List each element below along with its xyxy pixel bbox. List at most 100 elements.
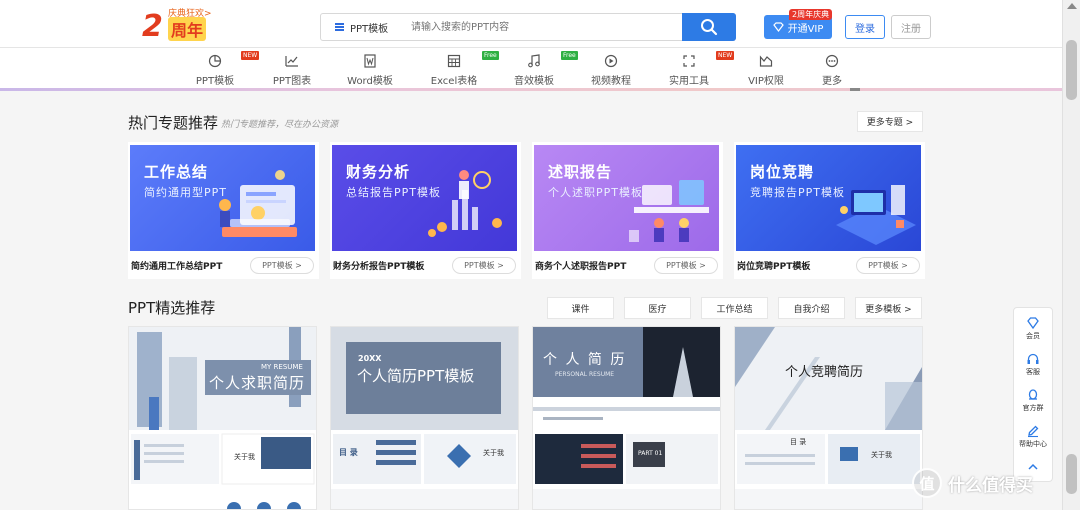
header-divider bbox=[0, 47, 1062, 48]
topic-category-button[interactable]: PPT模板 > bbox=[452, 257, 516, 274]
template-card[interactable]: 个人竞聘简历 目 录 关于我 bbox=[734, 326, 923, 510]
line-chart-icon bbox=[285, 56, 298, 67]
scrollbar-thumb[interactable] bbox=[1066, 40, 1077, 100]
search-button[interactable] bbox=[682, 13, 736, 41]
template-preview[interactable]: 20XX 个人简历PPT模板 bbox=[331, 327, 518, 430]
template-card[interactable]: MY RESUME 个人求职简历 关于我 bbox=[128, 326, 317, 510]
template-title: 个人简历PPT模板 bbox=[357, 367, 475, 385]
thumb-label: PART 01 bbox=[638, 450, 663, 457]
template-thumbnails: PART 01 bbox=[533, 432, 720, 487]
side-label: 客服 bbox=[1026, 368, 1040, 376]
side-service-button[interactable]: 客服 bbox=[1014, 348, 1052, 384]
side-label: 会员 bbox=[1026, 332, 1040, 340]
topic-card[interactable]: 岗位竞聘 竞聘报告PPT模板 岗位竞聘PPT模板 PPT模板 > bbox=[734, 142, 925, 279]
template-title: 个人竞聘简历 bbox=[785, 365, 864, 380]
topic-heading: 工作总结 bbox=[144, 163, 209, 181]
tool-icon bbox=[683, 55, 695, 67]
thumb-label: 关于我 bbox=[871, 451, 892, 459]
nav-label: PPT模板 bbox=[195, 76, 235, 87]
page-scrollbar[interactable] bbox=[1062, 0, 1080, 510]
nav-item-vip[interactable]: VIP权限 bbox=[731, 50, 801, 88]
topic-banner[interactable]: 工作总结 简约通用型PPT bbox=[130, 145, 315, 251]
scrollbar-thumb-lower[interactable] bbox=[1066, 454, 1077, 494]
watermark-logo: 值 bbox=[912, 468, 942, 498]
topic-name[interactable]: 商务个人述职报告PPT bbox=[535, 259, 626, 272]
resume4-thumbs-graphic bbox=[737, 434, 920, 484]
side-help-button[interactable]: 帮助中心 bbox=[1014, 420, 1052, 456]
logo-anniversary-number: 2 bbox=[142, 9, 163, 44]
filter-work-summary-button[interactable]: 工作总结 bbox=[701, 297, 768, 319]
topic-card[interactable]: 财务分析 总结报告PPT模板 财务分析报告PPT模板 PPT模板 > bbox=[330, 142, 521, 279]
search-bar: PPT模板 bbox=[320, 13, 736, 41]
template-card[interactable]: 20XX 个人简历PPT模板 目 录 关于我 bbox=[330, 326, 519, 510]
featured-title: PPT精选推荐 bbox=[128, 299, 216, 317]
topic-banner[interactable]: 财务分析 总结报告PPT模板 bbox=[332, 145, 517, 251]
side-group-button[interactable]: 官方群 bbox=[1014, 384, 1052, 420]
side-label: 官方群 bbox=[1022, 404, 1044, 412]
crown-icon bbox=[759, 55, 773, 67]
nav-item-tools[interactable]: NEW 实用工具 bbox=[654, 50, 735, 88]
menu-icon bbox=[335, 23, 344, 31]
topic-banner[interactable]: 述职报告 个人述职PPT模板 bbox=[534, 145, 719, 251]
more-templates-button[interactable]: 更多模板 > bbox=[855, 297, 922, 319]
nav-label: 更多 bbox=[822, 76, 842, 87]
play-icon bbox=[604, 54, 618, 68]
free-tag: Free bbox=[482, 51, 499, 60]
nav-item-video[interactable]: 视频教程 bbox=[576, 50, 646, 88]
nav-label: Word模板 bbox=[347, 76, 393, 87]
resume3-thumbs-graphic bbox=[535, 434, 718, 484]
music-note-icon bbox=[528, 54, 540, 68]
template-thumbnails: 目 录 关于我 bbox=[735, 432, 922, 487]
template-en-title: MY RESUME bbox=[261, 363, 303, 371]
nav-item-excel[interactable]: Free Excel表格 bbox=[419, 50, 499, 88]
resume-thumbs-graphic bbox=[131, 433, 315, 485]
nav-item-ppt-chart[interactable]: PPT图表 bbox=[257, 50, 327, 88]
login-button[interactable]: 登录 bbox=[845, 15, 885, 39]
nav-item-ppt-template[interactable]: NEW PPT模板 bbox=[180, 50, 260, 88]
nav-item-more[interactable]: 更多 bbox=[797, 50, 867, 88]
diamond-icon bbox=[772, 22, 784, 32]
search-input[interactable] bbox=[403, 14, 681, 40]
nav-item-sound[interactable]: Free 音效模板 bbox=[499, 50, 578, 88]
template-card[interactable]: 个 人 简 历 PERSONAL RESUME PART 01 bbox=[532, 326, 721, 510]
template-en-title: 20XX bbox=[358, 354, 382, 363]
resume3-bg-graphic bbox=[533, 327, 720, 420]
topic-heading: 述职报告 bbox=[548, 163, 613, 181]
topic-banner[interactable]: 岗位竞聘 竞聘报告PPT模板 bbox=[736, 145, 921, 251]
topic-name[interactable]: 简约通用工作总结PPT bbox=[131, 259, 222, 272]
topic-card[interactable]: 述职报告 个人述职PPT模板 商务个人述职报告PPT PPT模板 > bbox=[532, 142, 723, 279]
scroll-up-arrow-icon[interactable] bbox=[1067, 3, 1077, 9]
filter-medical-button[interactable]: 医疗 bbox=[624, 297, 691, 319]
anniversary-badge: 2周年庆典 bbox=[789, 9, 833, 20]
headset-icon bbox=[1027, 353, 1039, 364]
template-preview[interactable]: 个人竞聘简历 bbox=[735, 327, 922, 430]
filter-courseware-button[interactable]: 课件 bbox=[547, 297, 614, 319]
topic-card[interactable]: 工作总结 简约通用型PPT 简约通用工作总结PPT PPT模板 > bbox=[128, 142, 319, 279]
hot-topics-title: 热门专题推荐 bbox=[128, 114, 219, 132]
register-button[interactable]: 注册 bbox=[891, 15, 931, 39]
topic-category-button[interactable]: PPT模板 > bbox=[654, 257, 718, 274]
floating-side-toolbar: 会员 客服 官方群 帮助中心 bbox=[1013, 307, 1053, 482]
template-preview[interactable]: 个 人 简 历 PERSONAL RESUME bbox=[533, 327, 720, 430]
thumb-label: 关于我 bbox=[483, 449, 504, 457]
resume-circle-graphic bbox=[227, 502, 301, 509]
template-preview[interactable]: MY RESUME 个人求职简历 bbox=[129, 327, 316, 430]
filter-self-intro-button[interactable]: 自我介绍 bbox=[778, 297, 845, 319]
diamond-icon bbox=[1027, 317, 1039, 330]
site-logo[interactable]: 2 周年 庆典狂欢> bbox=[128, 3, 228, 44]
topic-name[interactable]: 财务分析报告PPT模板 bbox=[333, 259, 424, 272]
more-icon bbox=[825, 54, 839, 68]
template-title: 个 人 简 历 bbox=[543, 352, 627, 368]
nav-item-word-template[interactable]: Word模板 bbox=[335, 50, 405, 88]
nav-label: VIP权限 bbox=[748, 76, 784, 87]
topic-category-button[interactable]: PPT模板 > bbox=[250, 257, 314, 274]
more-topics-button[interactable]: 更多专题 > bbox=[857, 111, 923, 132]
search-type-select[interactable]: PPT模板 bbox=[321, 14, 401, 40]
side-member-button[interactable]: 会员 bbox=[1014, 312, 1052, 348]
watermark: 值 什么值得买 bbox=[912, 466, 1033, 500]
topic-category-button[interactable]: PPT模板 > bbox=[856, 257, 920, 274]
logo-celebration-link[interactable]: 庆典狂欢> bbox=[168, 6, 212, 19]
template-thumbnails-row2 bbox=[735, 489, 922, 509]
topic-heading: 财务分析 bbox=[346, 163, 411, 181]
topic-name[interactable]: 岗位竞聘PPT模板 bbox=[737, 259, 810, 272]
